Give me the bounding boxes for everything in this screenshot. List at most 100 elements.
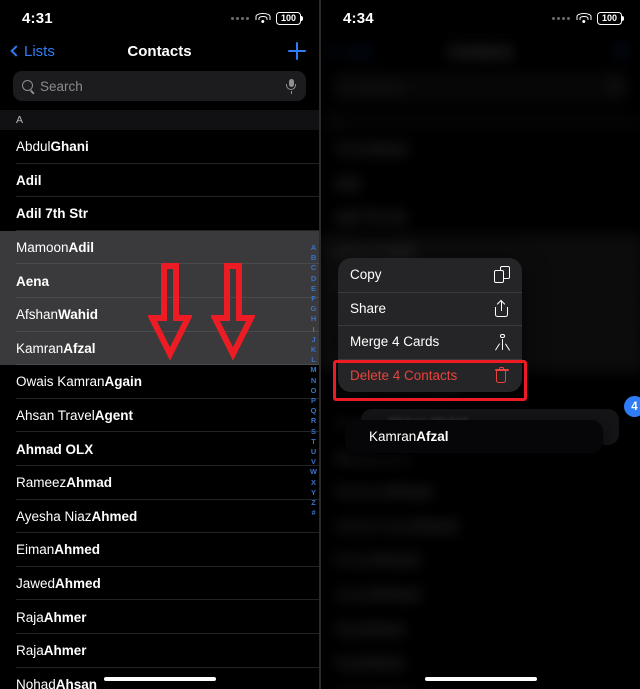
index-letter[interactable]: W [310,467,317,477]
status-bar: 4:34 100 [321,0,640,36]
search-field[interactable]: Search [13,71,306,101]
copy-icon [494,266,510,284]
context-menu-item[interactable]: Share [338,291,522,326]
plus-icon[interactable] [287,41,307,61]
home-indicator [103,676,216,681]
index-letter[interactable]: S [311,427,316,437]
index-letter[interactable]: Q [311,406,317,416]
contact-row[interactable]: Jawed Ahmed [0,567,319,601]
contact-first-name: Ayesha Niaz [16,508,92,524]
contact-row[interactable]: Mamoon Adil [0,230,319,265]
contact-last-name: Adil [68,240,95,256]
status-bar: 4:31 100 [0,0,319,36]
index-letter[interactable]: Z [311,498,316,508]
contact-first-name: Ahsan Travel [16,408,95,424]
contact-first-name: Abdul [16,139,51,155]
contact-last-name: Ahmad [66,475,113,491]
contact-last-name: Adil [16,172,42,188]
contact-row[interactable]: Aena [0,264,319,298]
context-menu-item-label: Copy [350,267,382,283]
search-container: Search [0,66,319,110]
battery-icon: 100 [276,11,303,25]
contact-last-name: Again [104,374,143,390]
index-letter[interactable]: X [311,478,316,488]
back-button[interactable]: Lists [10,43,55,60]
contact-row[interactable]: Eiman Ahmed [0,533,319,567]
merge-icon [494,333,510,351]
contact-first-name: Mamoon [16,240,69,256]
contact-first-name: Jawed [16,576,56,592]
index-letter[interactable]: D [311,274,316,284]
index-letter[interactable]: A [311,243,316,253]
contact-list[interactable]: Abdul Ghani Adil Adil 7th Str Mamoon Adil Ae… [0,130,319,689]
contact-row[interactable]: Rameez Ahmad [0,466,319,500]
status-time: 4:31 [22,9,53,27]
contact-last-name: Ahmed [54,542,101,558]
index-letter[interactable]: E [311,284,316,294]
home-indicator [424,676,537,681]
contact-last-name: Ahmer [43,643,87,659]
index-letter[interactable]: J [311,335,315,345]
section-header: A [0,110,319,130]
context-menu-item-label: Share [350,300,387,316]
context-menu[interactable]: Copy Share Merge 4 Cards Delete 4 Contacts [338,258,522,392]
contact-last-name: Aena [16,273,50,289]
index-letter[interactable]: P [311,396,316,406]
contact-row[interactable]: Raja Ahmer [0,634,319,668]
battery-icon: 100 [597,11,624,25]
alphabet-index-bar[interactable]: A B C D E F G H I J K L M N O P Q R S T U V W X Y Z # [310,243,317,518]
index-letter[interactable]: V [311,457,316,467]
contact-row[interactable]: Ahsan Travel Agent [0,399,319,433]
drag-count-badge: 4 [624,396,640,417]
screenshot-root: 4:31 100 Lists Contacts Search A Abdul G… [0,0,640,689]
contact-row[interactable]: Abdul Ghani [0,130,319,164]
index-letter[interactable]: T [311,437,316,447]
index-letter[interactable]: K [311,345,316,355]
index-letter[interactable]: N [311,376,316,386]
contact-row[interactable]: Owais Kamran Again [0,365,319,399]
contact-last-name: Adil 7th Str [16,206,89,222]
context-menu-item[interactable]: Delete 4 Contacts [338,358,522,393]
battery-level: 100 [280,12,297,23]
share-icon [494,299,510,317]
index-letter[interactable]: C [311,263,316,273]
status-time: 4:34 [343,9,374,27]
contact-last-name: Afzal [63,340,96,356]
left-phone-screen: 4:31 100 Lists Contacts Search A Abdul G… [0,0,320,689]
index-letter[interactable]: U [311,447,316,457]
wifi-icon [576,12,591,24]
microphone-icon[interactable] [286,78,297,94]
contact-row[interactable]: Adil 7th Str [0,197,319,231]
drag-card-top[interactable]: Kamran Afzal [345,420,603,453]
index-letter[interactable]: Y [311,488,316,498]
search-input[interactable]: Search [40,79,280,94]
context-menu-item[interactable]: Merge 4 Cards [338,325,522,359]
contact-first-name: Nohad [16,676,56,689]
index-letter[interactable]: # [311,508,315,518]
contact-first-name: Raja [16,643,44,659]
contact-row[interactable]: Kamran Afzal [0,331,319,366]
index-letter[interactable]: G [311,304,317,314]
index-letter[interactable]: O [311,386,317,396]
contact-row[interactable]: Raja Ahmer [0,600,319,634]
contact-first-name: Owais Kamran [16,374,105,390]
index-letter[interactable]: R [311,416,316,426]
contact-last-name: Ahsan [55,676,98,689]
index-letter[interactable]: M [310,365,316,375]
contact-first-name: Eiman [16,542,55,558]
index-letter[interactable]: B [311,253,316,263]
contact-row[interactable]: Ahmad OLX [0,432,319,466]
contact-row[interactable]: Adil [0,164,319,198]
index-letter[interactable]: L [311,355,316,365]
signal-dots-icon [231,16,249,20]
contact-row[interactable]: Afshan Wahid [0,297,319,332]
context-menu-item-label: Delete 4 Contacts [350,367,458,383]
signal-dots-icon [552,16,570,20]
context-menu-item[interactable]: Copy [338,258,522,292]
nav-bar: Lists Contacts [0,36,319,66]
index-letter[interactable]: I [312,325,314,335]
index-letter[interactable]: H [311,314,316,324]
index-letter[interactable]: F [311,294,316,304]
contact-row[interactable]: Ayesha Niaz Ahmed [0,500,319,534]
status-indicators: 100 [231,11,303,25]
